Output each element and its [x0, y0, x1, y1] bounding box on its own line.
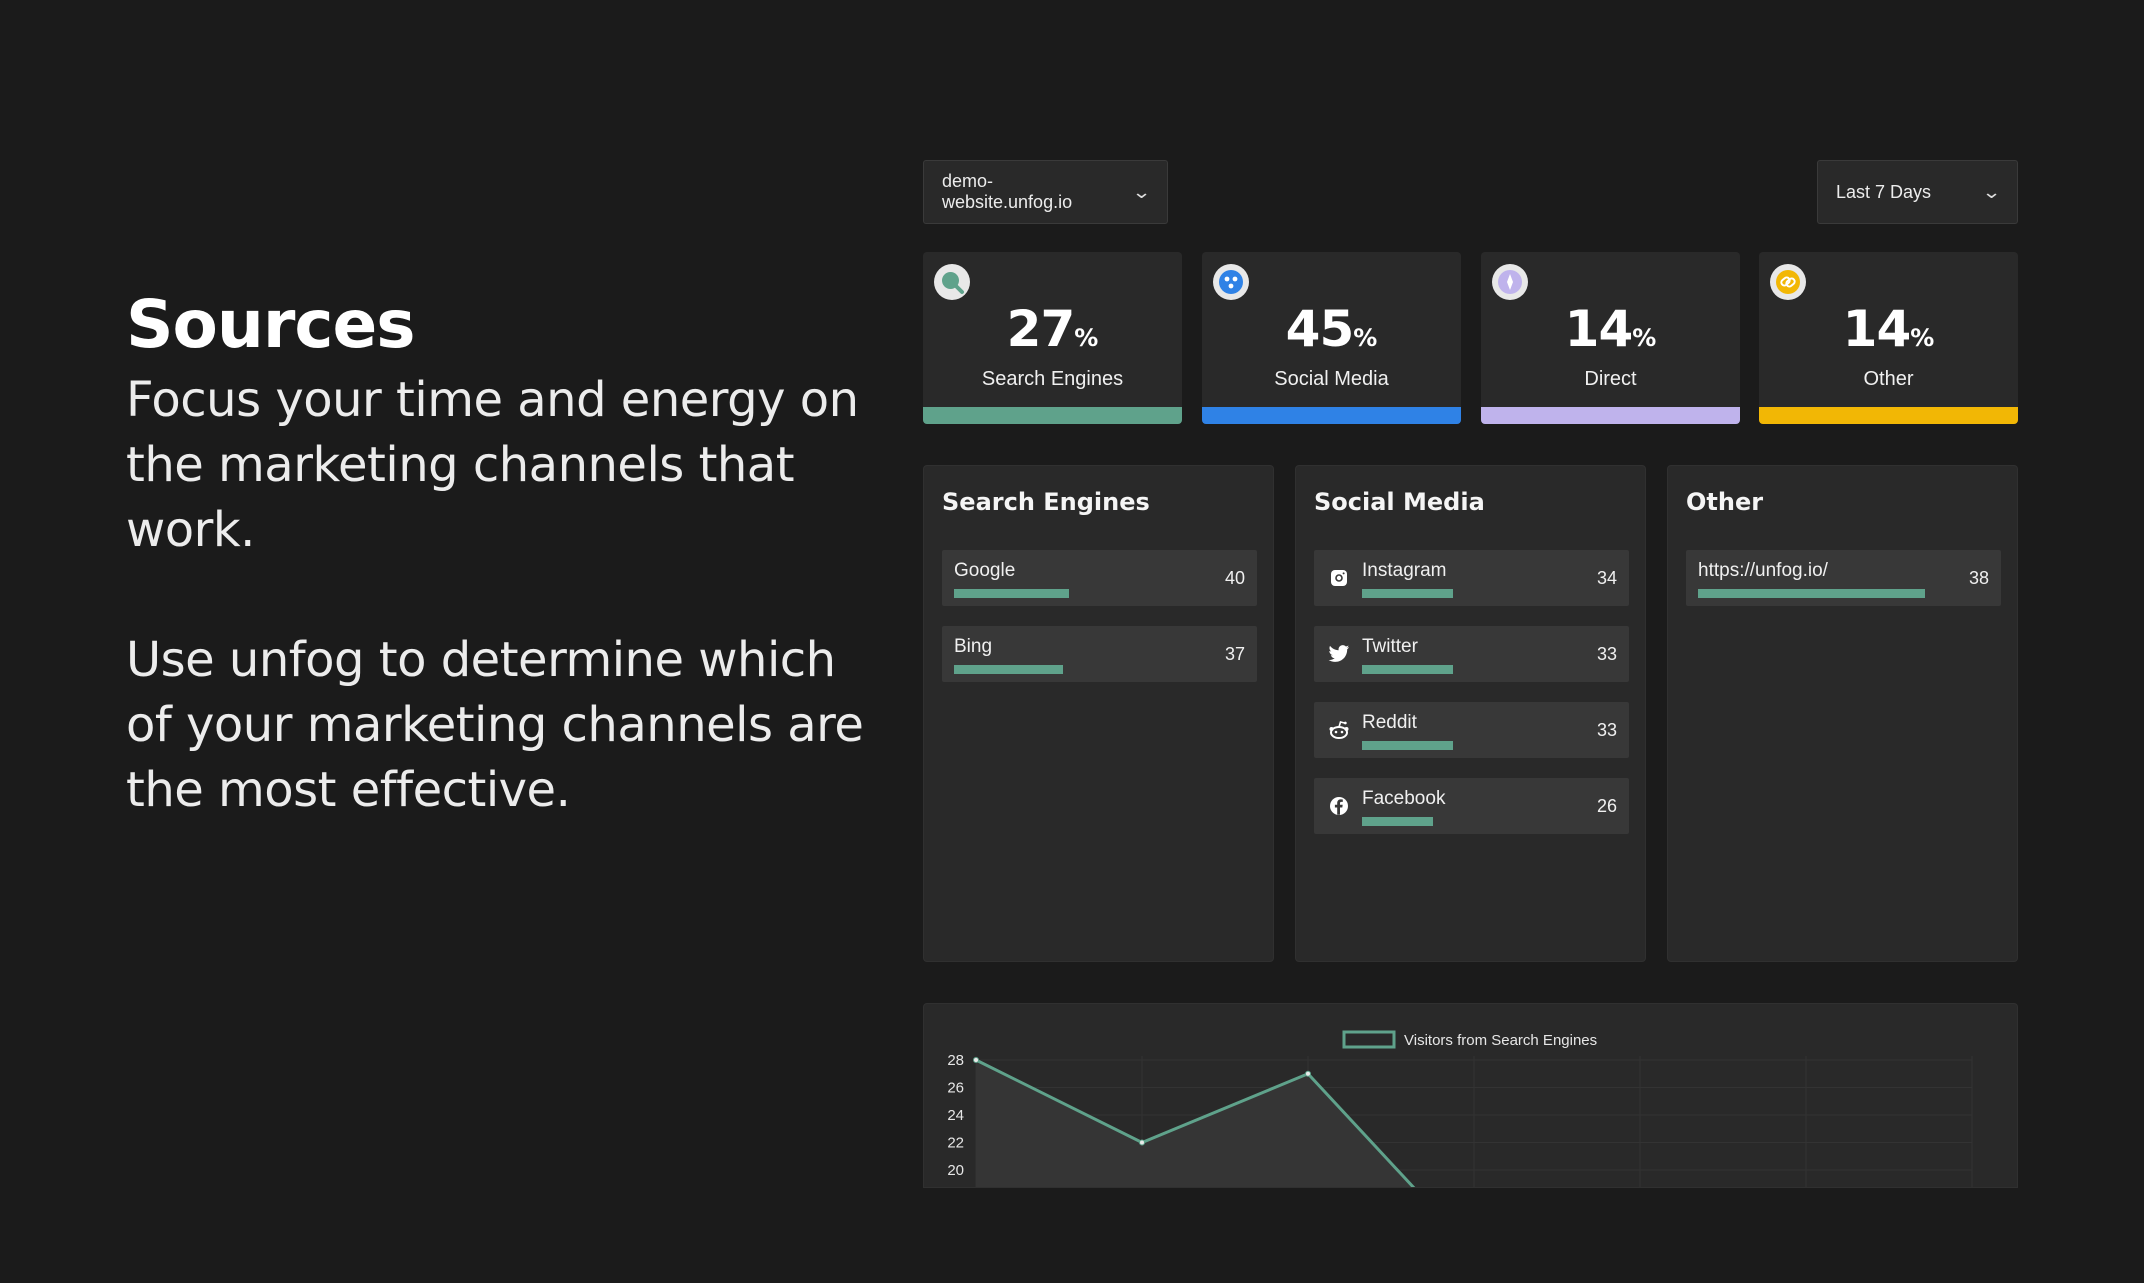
date-range-select[interactable]: Last 7 Days ⌄ — [1817, 160, 2018, 224]
reddit-icon — [1328, 719, 1350, 741]
source-count: 33 — [1596, 720, 1617, 740]
data-point — [1139, 1139, 1145, 1146]
data-point — [1305, 1070, 1311, 1077]
intro-paragraph-2: Use unfog to determine which of your mar… — [126, 632, 864, 818]
legend-label: Visitors from Search Engines — [1404, 1032, 1597, 1049]
source-count: 37 — [1224, 644, 1245, 664]
list-item-facebook[interactable]: Facebook 26 — [1314, 778, 1629, 834]
kpi-color-bar — [923, 407, 1182, 424]
twitter-icon — [1328, 643, 1350, 665]
panel-title: Social Media — [1314, 488, 1485, 516]
page-title: Sources — [126, 286, 416, 363]
y-tick-label: 24 — [947, 1107, 964, 1124]
data-point — [973, 1057, 979, 1063]
search-visitors-chart: 28 26 24 22 20 Visitors from Search Engines — [923, 1003, 2018, 1188]
source-count: 38 — [1968, 568, 1989, 588]
source-share-bar — [1362, 665, 1453, 674]
website-select-value: demo-website.unfog.io — [942, 171, 1073, 212]
source-name: Bing — [954, 636, 993, 657]
list-item-unfog[interactable]: https://unfog.io/ 38 — [1686, 550, 2001, 606]
social-icon — [1213, 264, 1249, 300]
source-share-bar — [1698, 589, 1925, 598]
kpi-color-bar — [1202, 407, 1461, 424]
kpi-card-social-media[interactable]: 45% Social Media — [1202, 252, 1461, 424]
source-count: 40 — [1224, 568, 1245, 588]
y-tick-label: 28 — [947, 1052, 964, 1069]
list-item-bing[interactable]: Bing 37 — [942, 626, 1257, 682]
source-share-bar — [954, 589, 1069, 598]
source-share-bar — [1362, 741, 1453, 750]
source-share-bar — [954, 665, 1063, 674]
source-name: Twitter — [1362, 636, 1418, 657]
y-tick-label: 22 — [947, 1135, 964, 1152]
kpi-color-bar — [1481, 407, 1740, 424]
instagram-icon — [1328, 567, 1350, 589]
source-name: Reddit — [1362, 712, 1417, 733]
date-range-value: Last 7 Days — [1836, 181, 1932, 202]
kpi-label: Social Media — [1274, 368, 1389, 390]
kpi-value: 27 — [1006, 300, 1076, 358]
panel-title: Search Engines — [942, 488, 1150, 516]
website-select[interactable]: demo-website.unfog.io ⌄ — [923, 160, 1168, 224]
chart-canvas: 28 26 24 22 20 Visitors from Search Engines — [947, 1030, 1973, 1187]
kpi-unit: % — [1353, 324, 1378, 352]
y-tick-label: 20 — [947, 1162, 964, 1179]
kpi-unit: % — [1910, 324, 1935, 352]
kpi-card-search-engines[interactable]: 27% Search Engines — [923, 252, 1182, 424]
link-icon — [1770, 264, 1806, 300]
other-panel: Other https://unfog.io/ 38 — [1667, 465, 2018, 962]
kpi-value: 45 — [1285, 300, 1355, 358]
chevron-down-icon: ⌄ — [1981, 181, 2002, 202]
chevron-down-icon: ⌄ — [1131, 181, 1152, 202]
kpi-value: 14 — [1842, 300, 1912, 358]
kpi-card-other[interactable]: 14% Other — [1759, 252, 2018, 424]
legend-swatch — [1342, 1030, 1396, 1049]
source-name: Facebook — [1362, 788, 1446, 809]
kpi-unit: % — [1074, 324, 1099, 352]
search-icon — [934, 264, 970, 300]
source-name: https://unfog.io/ — [1698, 560, 1828, 581]
list-item-google[interactable]: Google 40 — [942, 550, 1257, 606]
intro-section: Sources Focus your time and energy on th… — [126, 282, 866, 823]
list-item-instagram[interactable]: Instagram 34 — [1314, 550, 1629, 606]
source-name: Instagram — [1362, 560, 1447, 581]
source-count: 34 — [1596, 568, 1617, 588]
social-media-panel: Social Media Instagram 34 Twitter 33 Red… — [1295, 465, 1646, 962]
kpi-value: 14 — [1564, 300, 1634, 358]
kpi-label: Other — [1863, 368, 1914, 390]
list-item-reddit[interactable]: Reddit 33 — [1314, 702, 1629, 758]
kpi-card-direct[interactable]: 14% Direct — [1481, 252, 1740, 424]
kpi-label: Search Engines — [981, 368, 1124, 390]
list-item-twitter[interactable]: Twitter 33 — [1314, 626, 1629, 682]
intro-paragraph-1: Focus your time and energy on the market… — [126, 372, 859, 558]
search-engines-panel: Search Engines Google 40 Bing 37 — [923, 465, 1274, 962]
facebook-icon — [1328, 795, 1350, 817]
panel-title: Other — [1686, 488, 1764, 516]
kpi-label: Direct — [1584, 368, 1637, 390]
source-name: Google — [954, 560, 1016, 581]
direct-icon — [1492, 264, 1528, 300]
kpi-cards: 27% Search Engines 45% Social Media 14% … — [923, 252, 2018, 424]
source-share-bar — [1362, 817, 1433, 826]
source-share-bar — [1362, 589, 1453, 598]
kpi-unit: % — [1632, 324, 1657, 352]
source-count: 26 — [1596, 796, 1617, 816]
y-tick-label: 26 — [947, 1080, 964, 1097]
kpi-color-bar — [1759, 407, 2018, 424]
source-count: 33 — [1596, 644, 1617, 664]
